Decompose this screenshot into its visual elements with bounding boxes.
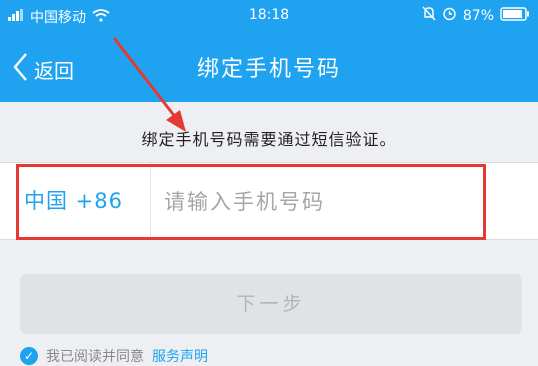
agreement-row: ✓ 我已阅读并同意 服务声明 [20, 346, 208, 366]
check-icon[interactable]: ✓ [20, 347, 38, 365]
phone-row: 中国 +86 [0, 162, 538, 240]
status-bar: 中国移动 18:18 87% [0, 0, 538, 32]
alarm-icon [442, 6, 457, 25]
terms-link[interactable]: 服务声明 [152, 346, 208, 366]
battery-percent: 87% [462, 7, 494, 24]
phone-input[interactable] [162, 177, 466, 227]
divider [150, 163, 151, 239]
country-code-selector[interactable]: 中国 +86 [24, 163, 123, 239]
status-right: 87% [422, 6, 530, 25]
bell-off-icon [422, 6, 436, 25]
next-button[interactable]: 下一步 [20, 274, 522, 334]
sms-hint: 绑定手机号码需要通过短信验证。 [141, 130, 397, 149]
agreement-text: 我已阅读并同意 [46, 349, 144, 365]
nav-bar: 返回 绑定手机号码 [0, 32, 538, 102]
battery-icon [500, 6, 530, 25]
page-title: 绑定手机号码 [196, 57, 341, 82]
